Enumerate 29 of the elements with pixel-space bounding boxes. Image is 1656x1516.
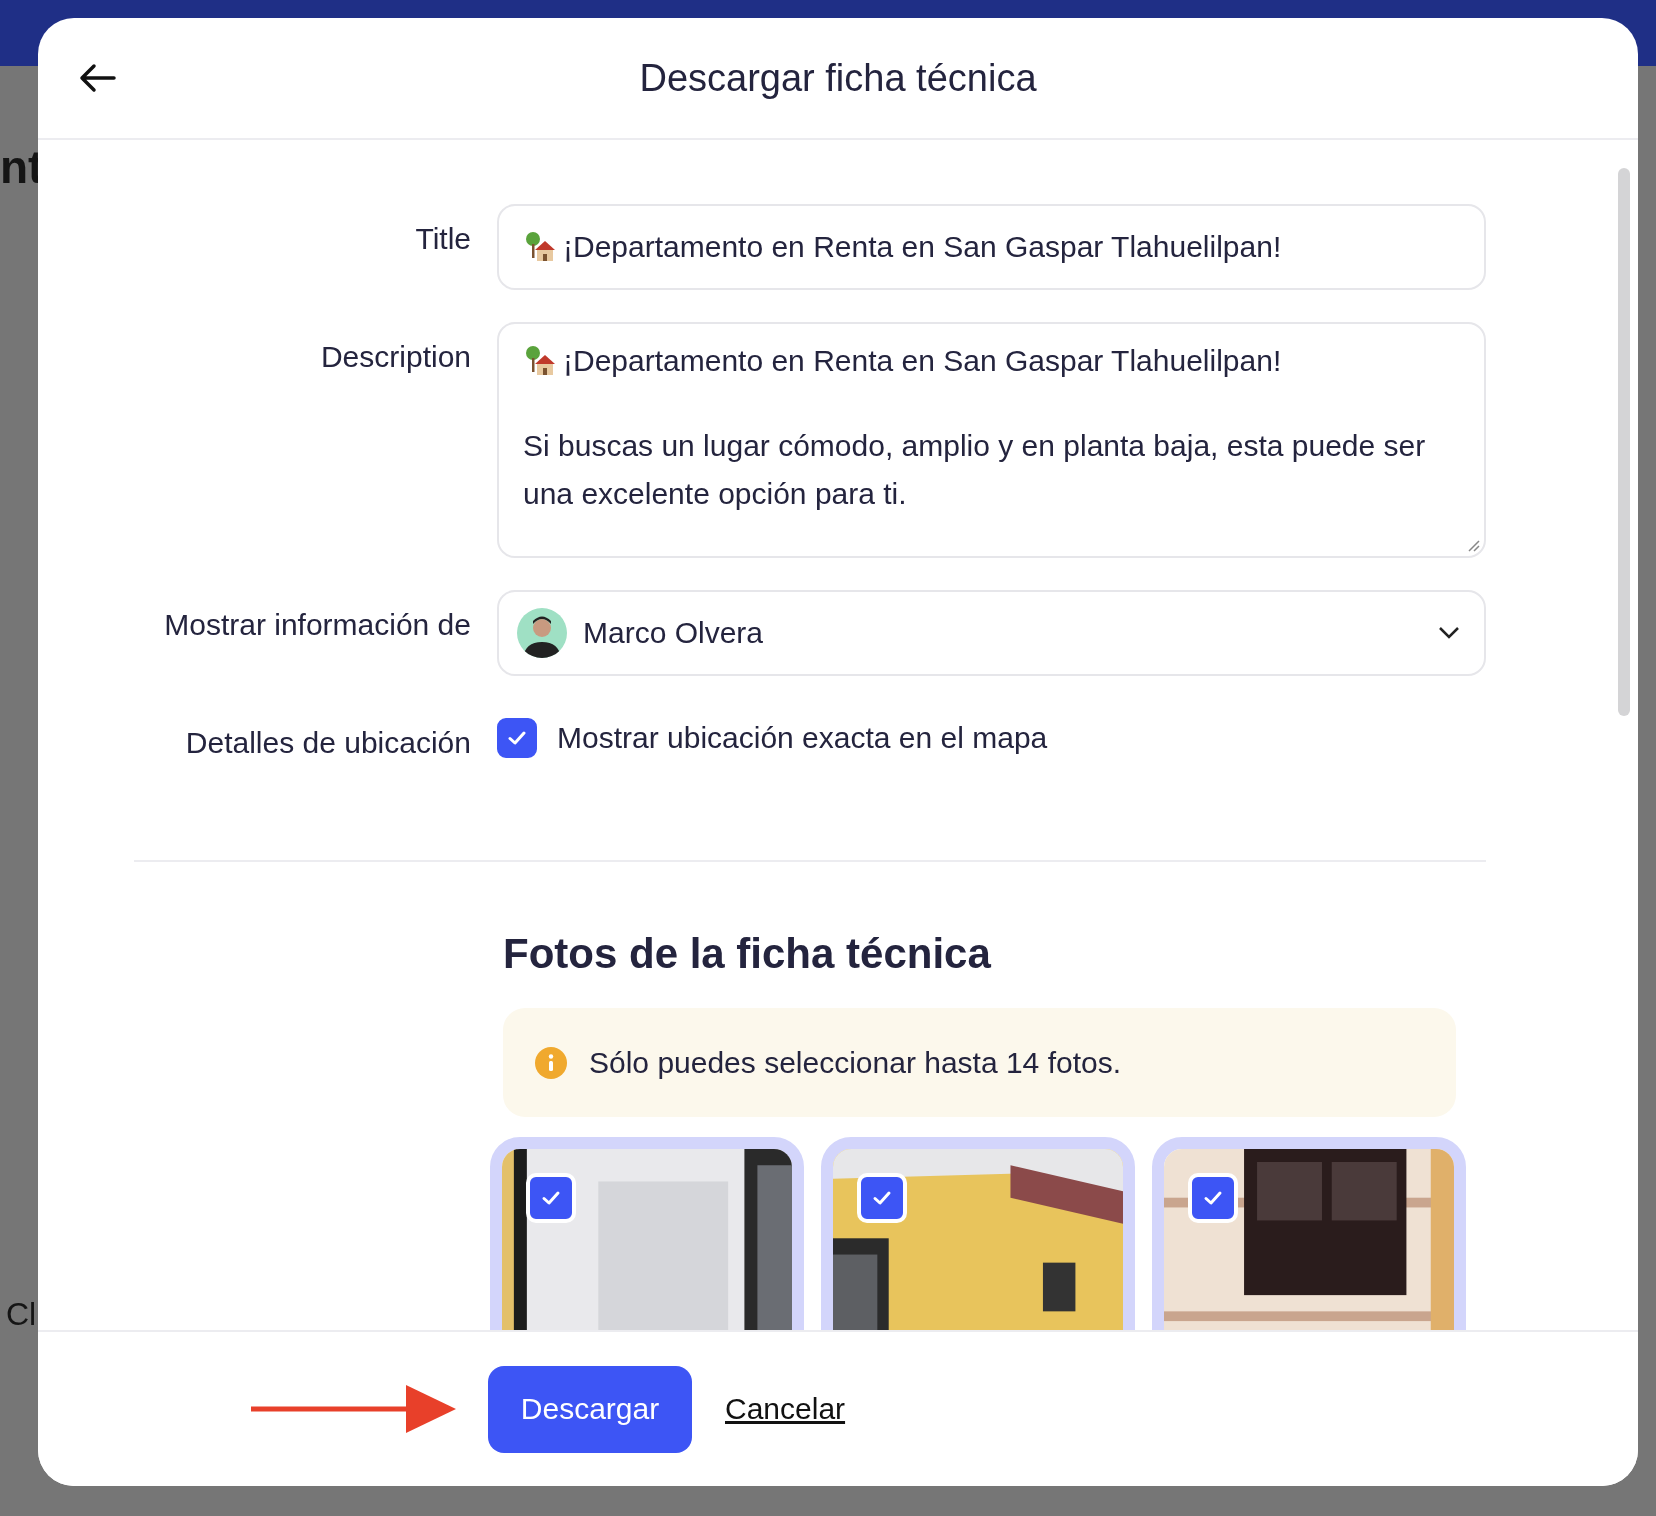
photo-checkbox[interactable] <box>526 1173 576 1223</box>
notice-text: Sólo puedes seleccionar hasta 14 fotos. <box>589 1045 1122 1080</box>
description-line: ¡Departamento en Renta en San Gaspar Tlahuelilpan! <box>563 344 1282 378</box>
cancel-link[interactable]: Cancelar <box>725 1392 846 1426</box>
background-text: Cl <box>6 1296 37 1333</box>
agent-select[interactable]: Marco Olvera <box>497 590 1486 676</box>
resize-grip-icon[interactable] <box>1466 538 1480 552</box>
checkbox-label[interactable]: Mostrar ubicación exacta en el mapa <box>557 721 1048 755</box>
section-heading: Fotos de la ficha técnica <box>503 930 992 978</box>
checkbox[interactable] <box>497 718 537 758</box>
photo-checkbox[interactable] <box>1188 1173 1238 1223</box>
dialog-title: Descargar ficha técnica <box>639 56 1037 100</box>
title-field[interactable]: ¡Departamento en Renta en San Gaspar Tlahuelilpan! <box>497 204 1486 290</box>
scrollbar[interactable] <box>1618 168 1630 716</box>
field-label: Mostrar información de <box>163 607 471 643</box>
field-label: Title <box>414 221 471 257</box>
avatar-icon <box>517 608 567 658</box>
field-label: Description <box>319 339 471 375</box>
photo-checkbox[interactable] <box>857 1173 907 1223</box>
field-label: Detalles de ubicación <box>184 725 471 760</box>
chevron-down-icon <box>1438 626 1460 640</box>
description-field[interactable]: ¡Departamento en Renta en San Gaspar Tlahuelilpan! Si buscas un lugar cómodo, amplio y en planta baja, esta puede ser una excelente opción para ti. <box>497 322 1486 558</box>
title-value: ¡Departamento en Renta en San Gaspar Tlahuelilpan! <box>563 230 1282 264</box>
info-icon <box>535 1046 567 1079</box>
description-text: Si buscas un lugar cómodo, amplio y en planta baja, esta puede ser una excelente opción para ti. <box>523 428 1427 512</box>
house-icon <box>523 344 557 378</box>
house-icon <box>523 230 557 264</box>
download-button[interactable]: Descargar <box>488 1365 692 1453</box>
agent-name: Marco Olvera <box>583 616 764 650</box>
